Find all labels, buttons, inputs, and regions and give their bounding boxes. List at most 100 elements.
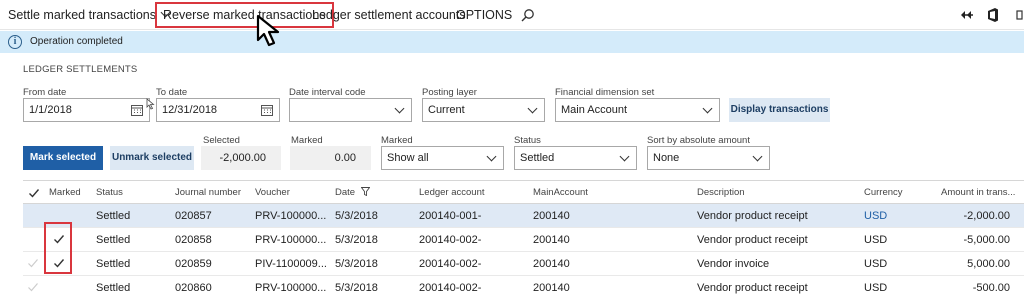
chevron-down-icon — [702, 103, 713, 114]
cell-description: Vendor product receipt — [697, 282, 808, 294]
col-voucher[interactable]: Voucher — [255, 187, 290, 198]
to-date-value: 12/31/2018 — [162, 104, 218, 116]
cell-status: Settled — [96, 282, 131, 294]
selected-label: Selected — [203, 135, 240, 146]
highlight-box — [44, 222, 72, 274]
col-journal-number[interactable]: Journal number — [175, 187, 241, 198]
to-date-field[interactable]: 12/31/2018 — [156, 98, 280, 122]
date-interval-select[interactable] — [289, 98, 412, 122]
select-all-check-icon[interactable] — [28, 187, 40, 199]
cell-main: 200140 — [533, 258, 570, 270]
options-tab[interactable]: OPTIONS — [456, 0, 512, 30]
marked-filter-value: Show all — [387, 152, 429, 164]
office-icon[interactable] — [987, 8, 999, 22]
pointer-cursor-icon — [146, 98, 155, 110]
cell-journal[interactable]: 020858 — [175, 234, 212, 246]
from-date-label: From date — [23, 87, 67, 98]
grid-header: Marked Status Journal number Voucher Dat… — [23, 181, 1024, 204]
table-row[interactable]: Settled 020859 PIV-1100009... 5/3/2018 2… — [23, 252, 1024, 276]
reverse-marked-transactions-button[interactable]: Reverse marked transactions — [155, 2, 334, 28]
cell-amount: -5,000.00 — [963, 234, 1010, 246]
table-row[interactable]: Settled 020858 PRV-100000... 5/3/2018 20… — [23, 228, 1024, 252]
cell-currency: USD — [864, 258, 888, 270]
cell-date: 5/3/2018 — [335, 210, 378, 222]
cell-main: 200140 — [533, 282, 570, 294]
chevron-down-icon — [394, 103, 405, 114]
col-date[interactable]: Date — [335, 187, 371, 198]
cell-description: Vendor invoice — [697, 258, 770, 270]
col-date-label: Date — [335, 187, 356, 198]
cell-description: Vendor product receipt — [697, 210, 808, 222]
to-date-label: To date — [156, 87, 188, 98]
sort-label: Sort by absolute amount — [647, 135, 750, 146]
dimension-set-label: Financial dimension set — [555, 87, 655, 98]
cell-main: 200140 — [533, 234, 570, 246]
calendar-icon[interactable] — [261, 104, 273, 116]
ledger-settlement-accounts-button[interactable]: Ledger settlement accounts — [312, 0, 466, 30]
section-title: LEDGER SETTLEMENTS — [23, 64, 138, 75]
col-marked[interactable]: Marked — [49, 187, 81, 198]
cell-voucher[interactable]: PRV-100000... — [255, 210, 326, 222]
col-currency[interactable]: Currency — [864, 187, 903, 198]
col-description[interactable]: Description — [697, 187, 745, 198]
status-select[interactable]: Settled — [514, 146, 637, 170]
cell-journal[interactable]: 020857 — [175, 210, 212, 222]
cell-journal[interactable]: 020860 — [175, 282, 212, 294]
row-select-check-icon[interactable] — [27, 281, 39, 293]
unmark-selected-button[interactable]: Unmark selected — [110, 146, 194, 170]
marked-amount: 0.00 — [290, 146, 371, 170]
date-interval-label: Date interval code — [289, 87, 366, 98]
cell-date: 5/3/2018 — [335, 234, 378, 246]
cell-ledger: 200140-002- — [419, 258, 482, 270]
transactions-grid: Marked Status Journal number Voucher Dat… — [23, 180, 1024, 298]
chevron-down-icon — [752, 151, 763, 162]
row-select-check-icon[interactable] — [27, 257, 39, 269]
posting-layer-select[interactable]: Current — [422, 98, 545, 122]
status-value: Settled — [520, 152, 555, 164]
cell-amount: -2,000.00 — [963, 210, 1010, 222]
more-icon[interactable] — [1014, 10, 1024, 20]
posting-layer-value: Current — [428, 104, 465, 116]
connector-icon[interactable] — [960, 9, 974, 21]
cell-voucher[interactable]: PIV-1100009... — [255, 258, 327, 270]
display-transactions-button[interactable]: Display transactions — [729, 98, 830, 122]
settle-label: Settle marked transactions — [8, 8, 156, 22]
table-row[interactable]: Settled 020860 PRV-100000... 5/3/2018 20… — [23, 276, 1024, 298]
banner-message: Operation completed — [30, 36, 123, 47]
cell-currency[interactable]: USD — [864, 210, 887, 222]
action-pane: Settle marked transactions Reverse marke… — [0, 0, 1024, 30]
marked-filter-select[interactable]: Show all — [381, 146, 504, 170]
selected-amount: -2,000.00 — [201, 146, 281, 170]
marked-filter-label: Marked — [381, 135, 413, 146]
cell-ledger: 200140-002- — [419, 282, 482, 294]
table-row[interactable]: Settled 020857 PRV-100000... 5/3/2018 20… — [23, 204, 1024, 228]
col-main-account[interactable]: MainAccount — [533, 187, 588, 198]
col-ledger-account[interactable]: Ledger account — [419, 187, 485, 198]
info-icon: i — [8, 35, 22, 49]
cell-description: Vendor product receipt — [697, 234, 808, 246]
mark-selected-button[interactable]: Mark selected — [23, 146, 103, 170]
col-status[interactable]: Status — [96, 187, 123, 198]
cell-status: Settled — [96, 234, 131, 246]
col-amount[interactable]: Amount in trans... — [941, 187, 1015, 198]
filter-icon — [360, 187, 371, 197]
sort-select[interactable]: None — [647, 146, 770, 170]
cell-voucher[interactable]: PRV-100000... — [255, 282, 326, 294]
dimension-set-value: Main Account — [561, 104, 628, 116]
posting-layer-label: Posting layer — [422, 87, 477, 98]
calendar-icon[interactable] — [131, 104, 143, 116]
chevron-down-icon — [486, 151, 497, 162]
cell-amount: 5,000.00 — [967, 258, 1010, 270]
from-date-value: 1/1/2018 — [29, 104, 72, 116]
cell-journal[interactable]: 020859 — [175, 258, 212, 270]
from-date-field[interactable]: 1/1/2018 — [23, 98, 150, 122]
cell-voucher[interactable]: PRV-100000... — [255, 234, 326, 246]
dimension-set-select[interactable]: Main Account — [555, 98, 720, 122]
chevron-down-icon — [527, 103, 538, 114]
chevron-down-icon — [619, 151, 630, 162]
search-icon[interactable] — [521, 8, 535, 22]
settle-marked-transactions-button[interactable]: Settle marked transactions — [8, 0, 171, 30]
cell-amount: -500.00 — [972, 282, 1010, 294]
cell-ledger: 200140-002- — [419, 234, 482, 246]
cell-currency: USD — [864, 234, 888, 246]
